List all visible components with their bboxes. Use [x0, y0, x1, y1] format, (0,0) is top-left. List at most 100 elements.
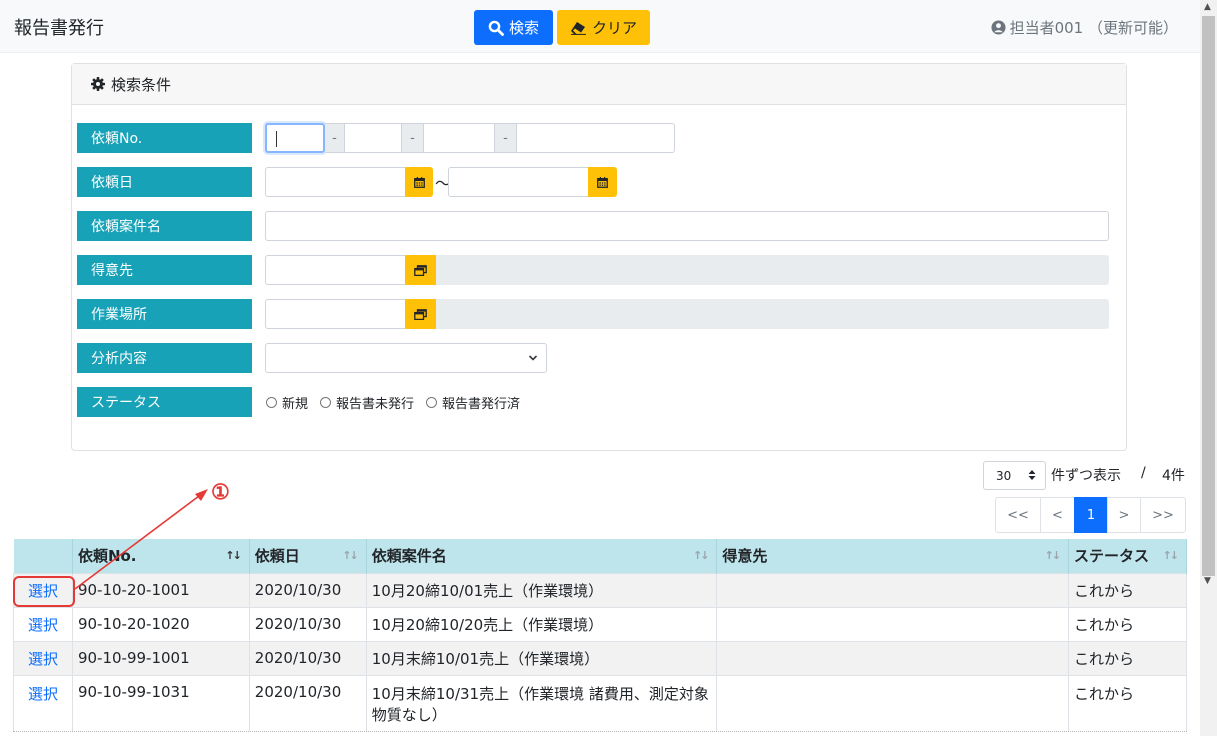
status-option-label: 新規	[282, 397, 309, 412]
clear-button[interactable]: クリア	[557, 10, 650, 45]
eraser-icon	[570, 21, 586, 35]
column-header-status[interactable]: ステータス ↑↓	[1068, 539, 1187, 573]
status-cell: これから	[1068, 572, 1187, 607]
sort-icon[interactable]: ↑↓	[225, 549, 242, 562]
request-no-cell: 90-10-20-1001	[72, 572, 250, 607]
calendar-icon	[597, 176, 608, 188]
window-restore-icon	[414, 308, 427, 320]
select-cell: 選択	[13, 640, 73, 675]
user-name: 担当者001 （更新可能）	[1009, 19, 1178, 37]
calendar-icon	[413, 176, 425, 188]
radio-button[interactable]	[320, 397, 332, 408]
request-date-cell: 2020/10/30	[249, 606, 367, 641]
request-no-input-3[interactable]	[423, 123, 495, 153]
sort-icon[interactable]: ↑↓	[693, 549, 710, 562]
request-no-cell: 90-10-99-1001	[72, 640, 250, 675]
page-last-button[interactable]: >>	[1140, 497, 1186, 533]
select-link[interactable]: 選択	[28, 650, 58, 668]
page-next-button[interactable]: >	[1107, 497, 1141, 533]
status-option-issued[interactable]: 報告書発行済	[426, 393, 520, 412]
request-date-cell: 2020/10/30	[249, 640, 367, 675]
page-prev-button[interactable]: <	[1040, 497, 1075, 533]
select-cell: 選択	[13, 606, 73, 641]
status-option-label: 報告書未発行	[336, 397, 415, 412]
row-status: ステータス 新規 報告書未発行 報告書発行済	[77, 387, 777, 417]
sort-icon[interactable]: ↑↓	[1163, 549, 1180, 562]
date-to-calendar-button[interactable]	[588, 167, 617, 197]
customer-cell	[716, 572, 1070, 607]
table-row: 選択 90-10-20-1001 2020/10/30 10月20締10/01売…	[13, 572, 1187, 607]
label-request-name: 依頼案件名	[77, 211, 252, 241]
table-row: 選択 90-10-99-1001 2020/10/30 10月末締10/01売上…	[13, 640, 1187, 675]
customer-lookup-button[interactable]	[405, 255, 436, 285]
work-place-name-display	[436, 299, 1109, 329]
request-no-input-2[interactable]	[344, 123, 402, 153]
request-name-input[interactable]	[265, 211, 1109, 241]
column-header-label: 依頼日	[254, 547, 300, 566]
work-place-lookup-button[interactable]	[405, 299, 436, 329]
column-header-request-no[interactable]: 依頼No. ↑↓	[72, 539, 250, 573]
chevron-down-icon	[528, 355, 538, 361]
select-link[interactable]: 選択	[28, 616, 58, 634]
status-option-new[interactable]: 新規	[266, 393, 308, 412]
total-count: 4件	[1162, 468, 1185, 484]
label-request-no: 依頼No.	[77, 123, 252, 153]
page-1-button[interactable]: 1	[1074, 497, 1108, 533]
status-radio-group: 新規 報告書未発行 報告書発行済	[266, 393, 520, 412]
scroll-down-icon[interactable]: ▼	[1204, 576, 1211, 586]
select-link[interactable]: 選択	[28, 685, 58, 703]
request-date-cell: 2020/10/30	[249, 674, 367, 731]
request-name-cell: 10月20締10/20売上（作業環境）	[366, 606, 718, 641]
date-from-input[interactable]	[265, 167, 406, 197]
status-cell: これから	[1068, 640, 1187, 675]
sort-icon[interactable]: ↑↓	[342, 549, 359, 562]
status-cell: これから	[1068, 674, 1187, 731]
request-name-cell: 10月末締10/31売上（作業環境 諸費用、測定対象物質なし）	[366, 674, 718, 731]
gear-icon	[91, 77, 105, 91]
date-to-input[interactable]	[448, 167, 589, 197]
page-first-button[interactable]: <<	[995, 497, 1041, 533]
status-option-unissued[interactable]: 報告書未発行	[320, 393, 414, 412]
sort-updown-icon	[1028, 470, 1036, 480]
column-header-label: 得意先	[722, 547, 768, 566]
column-header-customer[interactable]: 得意先 ↑↓	[716, 539, 1070, 573]
request-no-separator: -	[402, 123, 423, 153]
select-cell: 選択	[13, 674, 73, 731]
analysis-select[interactable]	[265, 343, 547, 373]
request-no-input-4[interactable]	[516, 123, 675, 153]
request-date-cell: 2020/10/30	[249, 572, 367, 607]
page-size-value: 30	[996, 468, 1012, 483]
column-header-request-date[interactable]: 依頼日 ↑↓	[249, 539, 367, 573]
label-status: ステータス	[77, 387, 252, 417]
request-no-cell: 90-10-20-1020	[72, 606, 250, 641]
user-info: 担当者001 （更新可能）	[991, 17, 1178, 38]
scroll-up-icon[interactable]: ▲	[1204, 2, 1211, 12]
work-place-code-input[interactable]	[265, 299, 406, 329]
table-row: 選択 90-10-20-1020 2020/10/30 10月20締10/20売…	[13, 606, 1187, 641]
search-icon	[488, 20, 504, 36]
search-button-label: 検索	[508, 19, 539, 37]
column-header-label: ステータス	[1074, 547, 1150, 566]
column-header-label: 依頼案件名	[371, 547, 447, 566]
label-analysis: 分析内容	[77, 343, 252, 373]
request-no-input-1[interactable]	[265, 123, 325, 153]
annotation-highlight-box	[13, 576, 75, 607]
customer-code-input[interactable]	[265, 255, 406, 285]
vertical-scrollbar[interactable]: ▲ ▼	[1200, 0, 1217, 736]
column-header-request-name[interactable]: 依頼案件名 ↑↓	[366, 539, 718, 573]
radio-button[interactable]	[426, 397, 438, 408]
clear-button-label: クリア	[591, 19, 637, 37]
per-page-label: 件ずつ表示	[1051, 468, 1121, 484]
search-button[interactable]: 検索	[474, 10, 553, 45]
customer-cell	[716, 640, 1070, 675]
sort-icon[interactable]: ↑↓	[1045, 549, 1062, 562]
label-customer: 得意先	[77, 255, 252, 285]
page-size-select[interactable]: 30	[983, 461, 1046, 490]
radio-button[interactable]	[266, 397, 277, 408]
date-from-calendar-button[interactable]	[405, 167, 433, 197]
status-cell: これから	[1068, 606, 1187, 641]
scroll-thumb[interactable]	[1202, 16, 1215, 576]
page-title: 報告書発行	[14, 18, 104, 39]
results-table: 依頼No. ↑↓ 依頼日 ↑↓ 依頼案件名 ↑↓ 得意先 ↑↓ ステータス ↑↓ 選択 9…	[13, 539, 1187, 731]
count-separator: /	[1141, 465, 1146, 481]
